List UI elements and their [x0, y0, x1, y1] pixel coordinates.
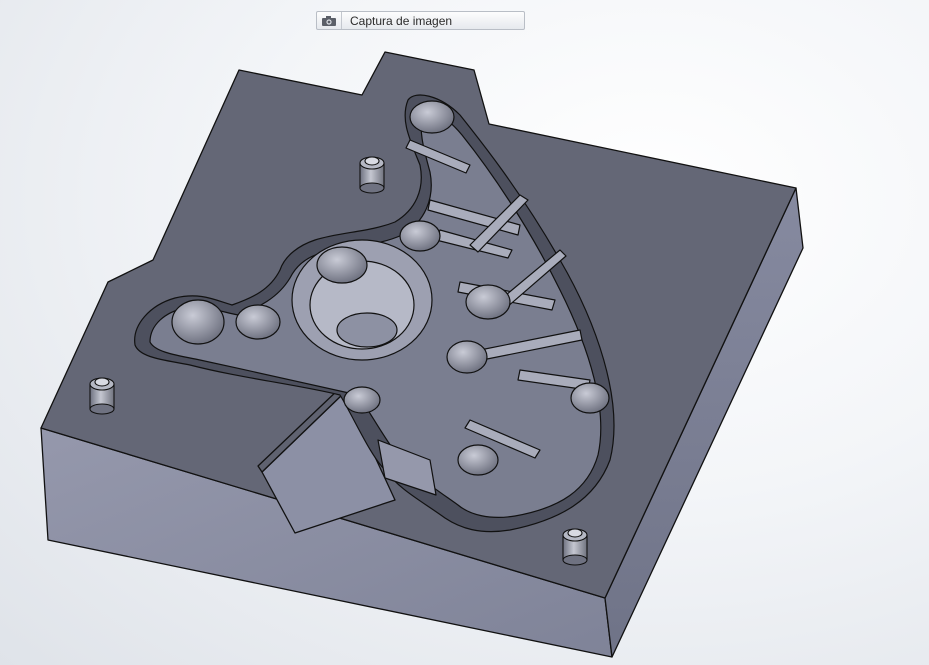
boss-1 [409, 100, 455, 134]
boss-9 [316, 246, 368, 284]
boss-5 [570, 382, 610, 414]
graphics-viewport[interactable] [0, 0, 929, 665]
boss-8 [171, 299, 225, 345]
boss-6 [457, 444, 499, 476]
guide-pin-3 [562, 528, 588, 566]
central-bore-hole [336, 312, 398, 348]
boss-7 [235, 304, 281, 340]
capture-image-label: Captura de imagen [350, 13, 453, 28]
guide-pin-2 [89, 377, 115, 415]
capture-image-button[interactable]: Captura de imagen [316, 11, 525, 30]
camera-icon [317, 12, 342, 29]
boss-3 [465, 284, 511, 320]
guide-pin-1 [359, 156, 385, 194]
boss-4 [446, 340, 488, 374]
boss-2 [399, 220, 441, 252]
boss-10 [343, 386, 381, 414]
